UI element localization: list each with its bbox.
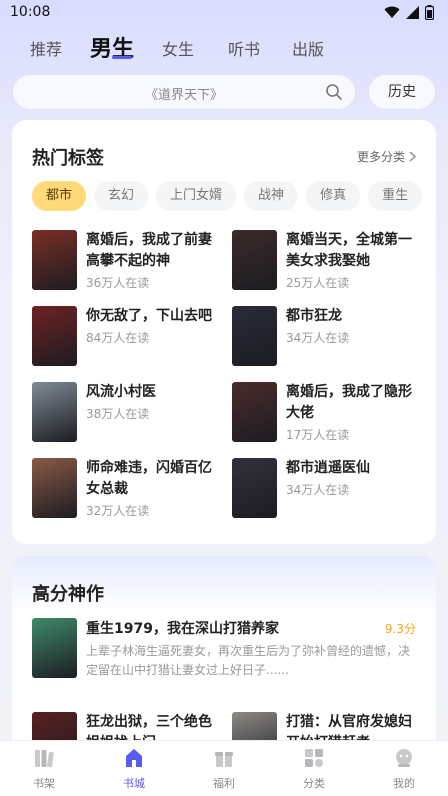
book-item[interactable]: 离婚后，我成了前妻高攀不起的神 36万人在读 (32, 230, 228, 290)
book-cover (232, 382, 277, 442)
book-cover (32, 458, 77, 518)
nav-label: 书架 (33, 777, 55, 790)
book-cover (32, 382, 77, 442)
book-reads: 36万人在读 (86, 276, 150, 290)
book-cover (232, 458, 277, 518)
book-title: 离婚当天，全城第一美女求我娶她 (286, 232, 412, 269)
more-categories-link[interactable]: 更多分类 (357, 148, 416, 165)
book-title: 你无敌了，下山去吧 (86, 308, 212, 324)
chevron-right-icon (409, 151, 416, 162)
book-description: 上辈子林海生逼死妻女，再次重生后为了弥补曾经的遗憾，决定留在山中打猎让妻女过上好… (86, 644, 411, 677)
book-title: 离婚后，我成了隐形大佬 (286, 384, 412, 421)
search-row: 《道界天下》 历史 (12, 74, 436, 110)
bottom-nav: 书架 书城 福利 分类 我的 (0, 740, 448, 796)
book-title: 师命难违，闪婚百亿女总裁 (86, 460, 212, 497)
book-item[interactable]: 离婚后，我成了隐形大佬 17万人在读 (232, 382, 428, 442)
gift-icon (215, 752, 233, 767)
tab-female[interactable]: 女生 (162, 36, 194, 60)
book-reads: 17万人在读 (286, 428, 350, 442)
search-placeholder: 《道界天下》 (144, 88, 223, 103)
hot-tags-title: 热门标签 (32, 148, 104, 169)
book-reads: 32万人在读 (86, 504, 150, 518)
book-cover (232, 230, 277, 290)
nav-label: 福利 (213, 777, 235, 790)
hot-tags-card: 热门标签 更多分类 都市 玄幻 上门女婿 战神 修真 重生 离婚后，我成了前妻高攀不起的神… (12, 120, 436, 544)
book-cover (232, 306, 277, 366)
book-item[interactable]: 师命难违，闪婚百亿女总裁 32万人在读 (32, 458, 228, 518)
signal-icon (406, 6, 419, 19)
chip-urban[interactable]: 都市 (32, 181, 87, 211)
nav-label: 我的 (393, 777, 415, 790)
nav-label: 书城 (123, 777, 145, 790)
book-item[interactable]: 离婚当天，全城第一美女求我娶她 25万人在读 (232, 230, 428, 290)
chip-rebirth[interactable]: 重生 (368, 181, 423, 211)
book-reads: 25万人在读 (286, 276, 350, 290)
book-reads: 34万人在读 (286, 483, 350, 497)
book-cover (32, 306, 77, 366)
category-icon (305, 749, 323, 767)
featured-book[interactable]: 重生1979，我在深山打猎养家 9.3分 上辈子林海生逼死妻女，再次重生后为了弥… (32, 618, 416, 680)
chip-son-in-law[interactable]: 上门女婿 (156, 181, 237, 211)
nav-bookshelf[interactable]: 书架 (14, 747, 74, 791)
chip-cultivation[interactable]: 修真 (306, 181, 361, 211)
nav-profile[interactable]: 我的 (374, 747, 434, 791)
history-button[interactable]: 历史 (368, 74, 436, 110)
book-item[interactable]: 都市逍遥医仙 34万人在读 (232, 458, 428, 518)
search-icon[interactable] (325, 83, 343, 101)
chip-fantasy[interactable]: 玄幻 (94, 181, 149, 211)
tab-publish[interactable]: 出版 (292, 36, 324, 60)
nav-bookstore[interactable]: 书城 (104, 747, 164, 791)
nav-label: 分类 (303, 777, 325, 790)
search-input[interactable]: 《道界天下》 (12, 74, 356, 110)
tab-audiobook[interactable]: 听书 (228, 36, 260, 60)
status-time: 10:08 (10, 4, 51, 20)
tab-recommend[interactable]: 推荐 (30, 36, 62, 60)
status-icons (384, 5, 434, 20)
bookshelf-icon (35, 750, 54, 768)
tag-chips: 都市 玄幻 上门女婿 战神 修真 重生 (32, 181, 436, 213)
book-cover (32, 230, 77, 290)
more-categories-label: 更多分类 (356, 150, 405, 164)
book-title: 离婚后，我成了前妻高攀不起的神 (86, 232, 212, 269)
chip-war-god[interactable]: 战神 (244, 181, 299, 211)
bookstore-icon (126, 749, 142, 767)
book-score: 9.3分 (384, 622, 416, 636)
high-score-title: 高分神作 (32, 584, 104, 605)
book-reads: 34万人在读 (286, 331, 350, 345)
book-item[interactable]: 都市狂龙 34万人在读 (232, 306, 428, 366)
status-bar: 10:08 (0, 0, 448, 26)
book-reads: 38万人在读 (86, 407, 150, 421)
book-item[interactable]: 你无敌了，下山去吧 84万人在读 (32, 306, 228, 366)
book-title: 重生1979，我在深山打猎养家 (86, 621, 279, 637)
book-reads: 84万人在读 (86, 331, 150, 345)
nav-welfare[interactable]: 福利 (194, 747, 254, 791)
book-title: 风流小村医 (86, 384, 156, 400)
battery-icon (425, 5, 434, 20)
book-title: 都市狂龙 (286, 308, 342, 324)
wifi-icon (384, 6, 400, 18)
book-cover (32, 618, 77, 678)
tab-active-indicator (112, 56, 132, 59)
profile-icon (396, 749, 412, 767)
book-item[interactable]: 风流小村医 38万人在读 (32, 382, 228, 442)
nav-category[interactable]: 分类 (284, 747, 344, 791)
book-title: 都市逍遥医仙 (286, 460, 370, 476)
channel-tabs: 推荐 男生 女生 听书 出版 (0, 30, 448, 64)
